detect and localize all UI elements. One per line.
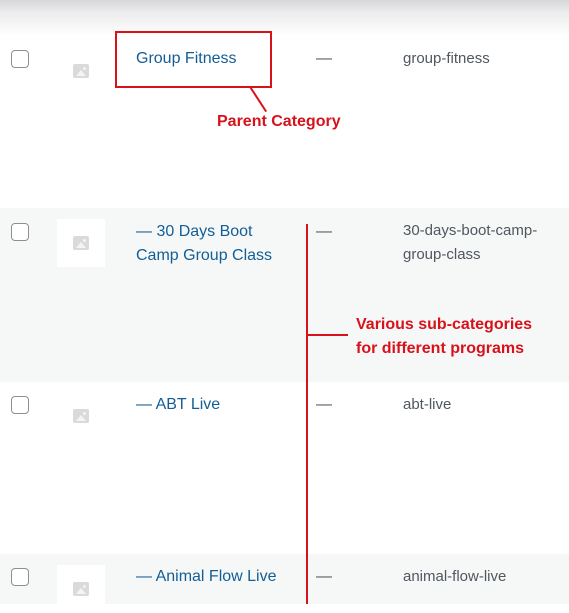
category-name-line: Camp Group Class — [136, 247, 273, 264]
parent-column-value: — — [316, 223, 332, 240]
parent-column-value: — — [316, 50, 332, 67]
category-slug: abt-live — [403, 396, 452, 413]
image-placeholder-icon — [73, 236, 89, 250]
subcategories-annotation: Various sub-categories for different pro… — [356, 313, 532, 361]
category-thumbnail — [57, 219, 105, 267]
table-header-shadow — [0, 0, 569, 36]
category-slug: 30-days-boot-camp- group-class — [403, 219, 563, 267]
image-placeholder-icon — [73, 64, 89, 78]
category-thumbnail — [57, 565, 105, 613]
table-row: — ABT Live — abt-live — [0, 382, 569, 554]
category-thumbnail — [57, 392, 105, 440]
category-slug-line: group-class — [403, 246, 481, 263]
subcategories-annotation-line: for different programs — [356, 340, 525, 357]
row-select-checkbox[interactable] — [11, 568, 29, 586]
parent-category-highlight-box — [115, 31, 272, 88]
row-select-checkbox[interactable] — [11, 396, 29, 414]
category-slug: group-fitness — [403, 50, 490, 67]
row-select-checkbox[interactable] — [11, 223, 29, 241]
table-row: — Animal Flow Live — animal-flow-live — [0, 554, 569, 613]
subcategories-annotation-line: Various sub-categories — [356, 316, 533, 333]
parent-column-value: — — [316, 396, 332, 413]
category-slug: animal-flow-live — [403, 568, 507, 585]
parent-column-value: — — [316, 568, 332, 585]
image-placeholder-icon — [73, 582, 89, 596]
category-name-link[interactable]: — ABT Live — [136, 393, 296, 417]
image-placeholder-icon — [73, 409, 89, 423]
subcategory-bracket-pointer — [306, 334, 348, 336]
category-slug-line: 30-days-boot-camp- — [403, 222, 538, 239]
category-name-link[interactable]: — Animal Flow Live — [136, 565, 296, 589]
category-thumbnail — [57, 47, 105, 95]
subcategory-bracket-line — [306, 224, 308, 604]
parent-category-annotation: Parent Category — [217, 113, 341, 130]
category-name-line: — 30 Days Boot — [136, 223, 253, 240]
category-name-link[interactable]: — 30 Days Boot Camp Group Class — [136, 220, 296, 268]
row-select-checkbox[interactable] — [11, 50, 29, 68]
